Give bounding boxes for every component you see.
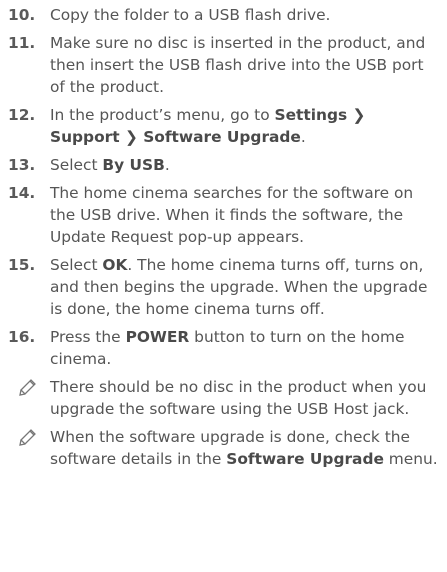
- step-item: 11. Make sure no disc is inserted in the …: [8, 32, 439, 98]
- text-run: Select: [50, 156, 103, 174]
- step-list: 10. Copy the folder to a USB flash drive.…: [8, 4, 439, 370]
- text-run: There should be no disc in the product w…: [50, 378, 427, 418]
- ui-term: POWER: [125, 328, 190, 346]
- step-number: 13.: [8, 156, 36, 174]
- step-number: 12.: [8, 106, 36, 124]
- step-text: Select OK. The home cinema turns off, tu…: [50, 256, 427, 318]
- step-number: 10.: [8, 6, 36, 24]
- note-item: There should be no disc in the product w…: [8, 376, 439, 420]
- step-text: Press the POWER button to turn on the ho…: [50, 328, 405, 368]
- step-text: Copy the folder to a USB flash drive.: [50, 6, 330, 24]
- step-item: 13. Select By USB.: [8, 154, 439, 176]
- step-text: The home cinema searches for the softwar…: [50, 184, 413, 246]
- step-number: 16.: [8, 328, 36, 346]
- step-text: Make sure no disc is inserted in the pro…: [50, 34, 425, 96]
- pencil-note-icon: [18, 428, 40, 446]
- note-text: There should be no disc in the product w…: [50, 378, 426, 418]
- text-run: In the product’s menu, go to: [50, 106, 275, 124]
- pencil-note-icon: [18, 378, 40, 396]
- note-list: There should be no disc in the product w…: [8, 376, 439, 470]
- text-run: Press the: [50, 328, 126, 346]
- step-item: 10. Copy the folder to a USB flash drive.: [8, 4, 439, 26]
- text-run: Copy the folder to a USB flash drive.: [50, 6, 331, 24]
- text-run: menu.: [383, 450, 438, 468]
- step-number: 15.: [8, 256, 36, 274]
- step-number: 14.: [8, 184, 36, 202]
- text-run: .: [300, 128, 306, 146]
- text-run: Select: [50, 256, 103, 274]
- step-text: In the product’s menu, go to Settings ❯ …: [50, 106, 365, 146]
- step-number: 11.: [8, 34, 36, 52]
- step-item: 15. Select OK. The home cinema turns off,…: [8, 254, 439, 320]
- text-run: The home cinema searches for the softwar…: [50, 184, 414, 246]
- step-item: 16. Press the POWER button to turn on the…: [8, 326, 439, 370]
- ui-term: Software Upgrade: [226, 450, 384, 468]
- ui-term: By USB: [102, 156, 165, 174]
- note-item: When the software upgrade is done, check…: [8, 426, 439, 470]
- note-text: When the software upgrade is done, check…: [50, 428, 438, 468]
- text-run: Make sure no disc is inserted in the pro…: [50, 34, 426, 96]
- step-item: 14. The home cinema searches for the soft…: [8, 182, 439, 248]
- step-text: Select By USB.: [50, 156, 170, 174]
- text-run: .: [164, 156, 170, 174]
- step-item: 12. In the product’s menu, go to Settings…: [8, 104, 439, 148]
- manual-page: 10. Copy the folder to a USB flash drive.…: [0, 0, 447, 572]
- ui-term: OK: [102, 256, 128, 274]
